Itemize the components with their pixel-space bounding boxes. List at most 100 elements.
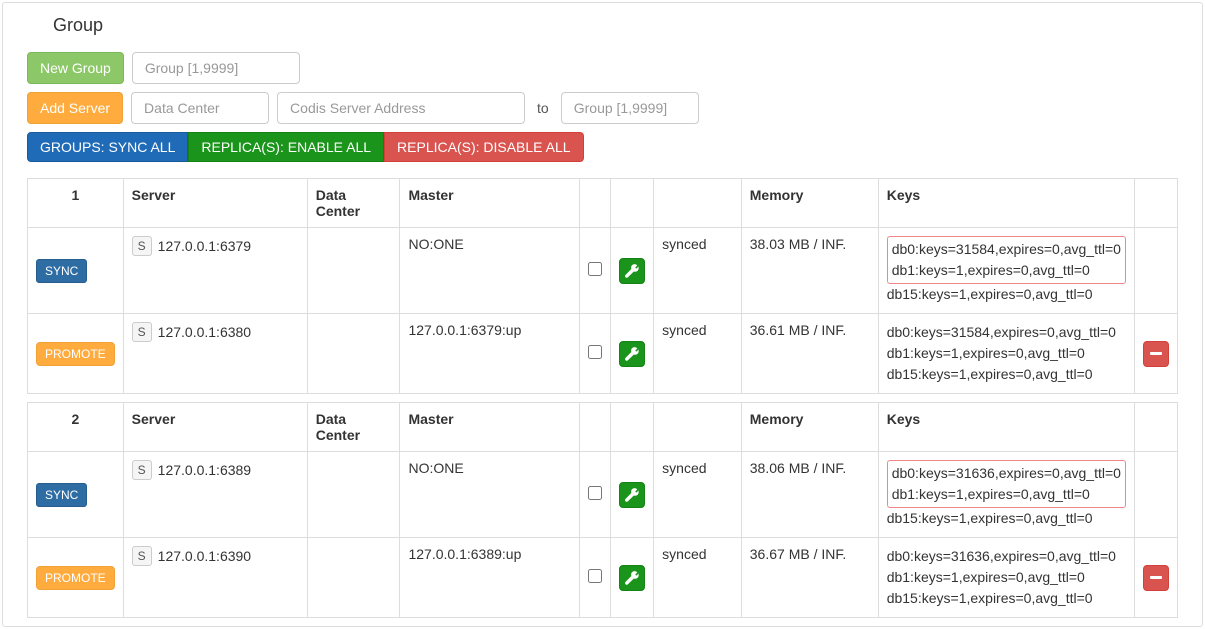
datacenter-cell [307,452,400,538]
group-table: 1ServerData CenterMasterMemoryKeysSYNCS1… [27,178,1178,394]
sync-button[interactable]: SYNC [36,259,87,283]
promote-button[interactable]: PROMOTE [36,566,115,590]
keys-cell: db0:keys=31636,expires=0,avg_ttl=0db1:ke… [887,546,1126,609]
minus-icon [1150,576,1162,579]
key-line: db1:keys=1,expires=0,avg_ttl=0 [887,567,1126,588]
enable-all-button[interactable]: REPLICA(S): ENABLE ALL [188,132,384,162]
bulk-actions-row: GROUPS: SYNC ALL REPLICA(S): ENABLE ALL … [3,128,1202,170]
key-line: db1:keys=1,expires=0,avg_ttl=0 [892,260,1121,281]
server-address: 127.0.0.1:6379 [158,238,251,254]
data-center-input[interactable] [131,92,269,124]
key-line: db1:keys=1,expires=0,avg_ttl=0 [887,343,1126,364]
server-checkbox[interactable] [588,345,602,359]
wrench-icon [625,488,639,502]
key-line: db0:keys=31636,expires=0,avg_ttl=0 [887,546,1126,567]
server-header: Server [123,179,307,228]
server-row: SYNC S 127.0.0.1:6379 NO:ONE synced38.03 MB … [28,228,1178,314]
keys-highlighted: db0:keys=31636,expires=0,avg_ttl=0db1:ke… [887,460,1126,508]
sync-status-cell: synced [654,228,742,314]
server-row: PROMOTE S 127.0.0.1:6380 127.0.0.1:6379:up s… [28,314,1178,394]
col-del [1134,403,1177,452]
key-line: db1:keys=1,expires=0,avg_ttl=0 [892,484,1121,505]
add-server-button[interactable]: Add Server [27,92,123,124]
wrench-icon [625,571,639,585]
sync-status-cell: synced [654,452,742,538]
col-del [1134,179,1177,228]
disable-all-button[interactable]: REPLICA(S): DISABLE ALL [384,132,584,162]
col-wrench [611,403,654,452]
promote-button[interactable]: PROMOTE [36,342,115,366]
col-wrench [611,179,654,228]
keys-cell: db0:keys=31636,expires=0,avg_ttl=0db1:ke… [887,460,1126,529]
server-badge[interactable]: S [132,546,152,566]
datacenter-header: Data Center [307,179,400,228]
keys-cell: db0:keys=31584,expires=0,avg_ttl=0db1:ke… [887,236,1126,305]
sync-status-cell: synced [654,538,742,618]
memory-cell: 38.06 MB / INF. [741,452,878,538]
group-range-input-2[interactable] [561,92,699,124]
keys-header: Keys [878,403,1134,452]
master-cell: NO:ONE [400,228,580,314]
minus-icon [1150,352,1162,355]
col-sync [654,403,742,452]
server-checkbox[interactable] [588,486,602,500]
master-header: Master [400,403,580,452]
memory-header: Memory [741,179,878,228]
codis-address-input[interactable] [277,92,525,124]
master-header: Master [400,179,580,228]
toolbar-add-server: Add Server to [3,88,1202,128]
wrench-button[interactable] [619,565,645,591]
memory-cell: 36.67 MB / INF. [741,538,878,618]
col-chk [580,179,611,228]
keys-highlighted: db0:keys=31584,expires=0,avg_ttl=0db1:ke… [887,236,1126,284]
group-id-header: 2 [28,403,124,452]
key-line: db0:keys=31584,expires=0,avg_ttl=0 [887,322,1126,343]
master-cell: 127.0.0.1:6389:up [400,538,580,618]
memory-header: Memory [741,403,878,452]
key-line: db15:keys=1,expires=0,avg_ttl=0 [887,364,1126,385]
datacenter-cell [307,228,400,314]
wrench-button[interactable] [619,258,645,284]
group-table: 2ServerData CenterMasterMemoryKeysSYNCS1… [27,402,1178,618]
col-sync [654,179,742,228]
panel-title: Group [3,3,1202,48]
server-badge[interactable]: S [132,460,152,480]
wrench-button[interactable] [619,341,645,367]
sync-status-cell: synced [654,314,742,394]
sync-button[interactable]: SYNC [36,483,87,507]
group-range-input-1[interactable] [132,52,300,84]
master-cell: NO:ONE [400,452,580,538]
server-row: SYNC S 127.0.0.1:6389 NO:ONE synced38.06 MB … [28,452,1178,538]
keys-cell: db0:keys=31584,expires=0,avg_ttl=0db1:ke… [887,322,1126,385]
server-header: Server [123,403,307,452]
col-chk [580,403,611,452]
keys-header: Keys [878,179,1134,228]
to-label: to [533,100,553,116]
memory-cell: 38.03 MB / INF. [741,228,878,314]
wrench-button[interactable] [619,482,645,508]
server-badge[interactable]: S [132,236,152,256]
server-address: 127.0.0.1:6389 [158,462,251,478]
server-address: 127.0.0.1:6380 [158,324,251,340]
datacenter-cell [307,314,400,394]
wrench-icon [625,347,639,361]
delete-server-button[interactable] [1143,565,1169,591]
server-badge[interactable]: S [132,322,152,342]
delete-server-button[interactable] [1143,341,1169,367]
key-line: db0:keys=31636,expires=0,avg_ttl=0 [892,463,1121,484]
server-address: 127.0.0.1:6390 [158,548,251,564]
memory-cell: 36.61 MB / INF. [741,314,878,394]
master-cell: 127.0.0.1:6379:up [400,314,580,394]
group-panel: Group New Group Add Server to GROUPS: SY… [2,2,1203,627]
key-line: db0:keys=31584,expires=0,avg_ttl=0 [892,239,1121,260]
sync-all-button[interactable]: GROUPS: SYNC ALL [27,132,188,162]
new-group-button[interactable]: New Group [27,52,124,84]
toolbar-new-group: New Group [3,48,1202,88]
server-checkbox[interactable] [588,569,602,583]
wrench-icon [625,264,639,278]
datacenter-header: Data Center [307,403,400,452]
server-checkbox[interactable] [588,262,602,276]
group-id-header: 1 [28,179,124,228]
key-line: db15:keys=1,expires=0,avg_ttl=0 [887,588,1126,609]
datacenter-cell [307,538,400,618]
